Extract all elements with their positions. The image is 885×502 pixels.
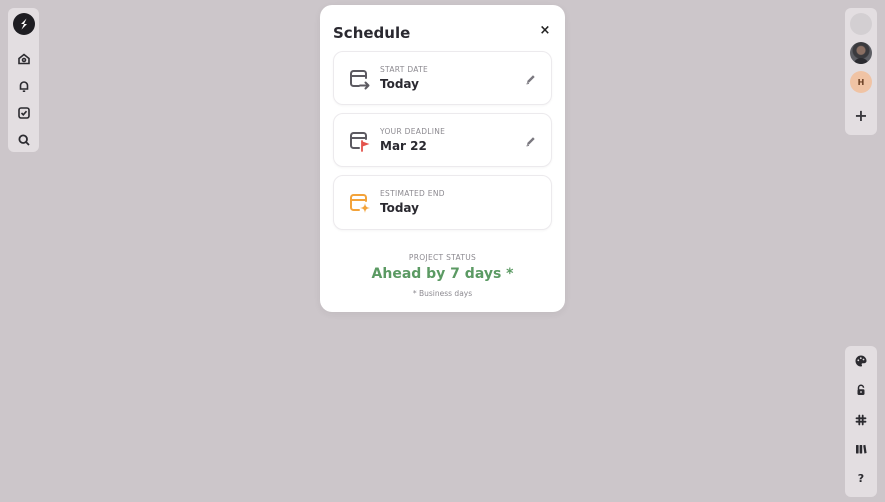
- collaborators-bar: H +: [845, 8, 877, 135]
- palette-icon[interactable]: [850, 350, 872, 372]
- project-status-label: PROJECT STATUS: [408, 253, 477, 262]
- card-value: Today: [380, 201, 419, 215]
- avatar[interactable]: [850, 13, 872, 35]
- avatar-photo[interactable]: [850, 42, 872, 64]
- project-status-value: Ahead by 7 days *: [371, 266, 514, 282]
- search-icon[interactable]: [13, 129, 35, 151]
- help-button[interactable]: ?: [850, 468, 872, 490]
- lock-icon[interactable]: [850, 379, 872, 401]
- card-label: ESTIMATED END: [380, 189, 445, 198]
- calendar-sparkle-icon: [350, 194, 370, 213]
- business-days-note: * Business days: [412, 289, 473, 298]
- add-collaborator-button[interactable]: +: [850, 104, 872, 126]
- card-value: Today: [380, 77, 419, 91]
- calendar-arrow-icon: [350, 70, 370, 90]
- library-icon[interactable]: [850, 438, 872, 460]
- start-date-card[interactable]: START DATE Today: [333, 51, 552, 105]
- close-button[interactable]: ×: [538, 23, 552, 38]
- bell-icon[interactable]: [13, 75, 35, 97]
- card-label: YOUR DEADLINE: [380, 127, 446, 136]
- slack-icon[interactable]: [850, 409, 872, 431]
- app-logo-icon[interactable]: [12, 13, 35, 35]
- checkbox-icon[interactable]: [13, 102, 35, 124]
- pencil-icon[interactable]: [524, 72, 538, 86]
- avatar-initial[interactable]: H: [850, 71, 872, 93]
- pencil-icon[interactable]: [524, 134, 538, 148]
- home-icon[interactable]: [13, 48, 35, 70]
- schedule-modal: Schedule × START DATE Today YOUR DEADLIN…: [320, 5, 565, 312]
- tools-bar: ?: [845, 346, 877, 497]
- calendar-flag-icon: [350, 132, 370, 152]
- card-label: START DATE: [380, 65, 429, 74]
- modal-title: Schedule: [333, 24, 411, 42]
- card-value: Mar 22: [380, 139, 427, 153]
- left-sidebar: [8, 8, 39, 152]
- estimated-end-card: ESTIMATED END Today: [333, 175, 552, 230]
- deadline-card[interactable]: YOUR DEADLINE Mar 22: [333, 113, 552, 167]
